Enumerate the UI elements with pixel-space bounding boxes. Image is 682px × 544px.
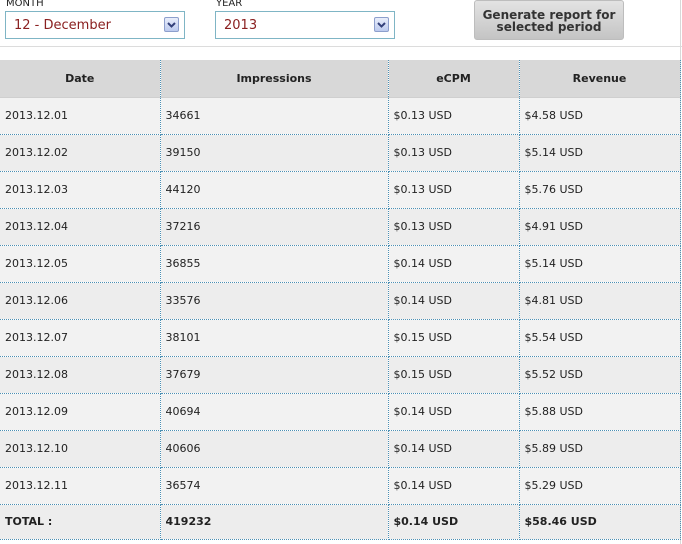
- cell-ecpm: $0.14 USD: [388, 467, 520, 505]
- table-row: 2013.12.08 37679 $0.15 USD $5.52 USD: [0, 356, 681, 394]
- total-impressions: 419232: [160, 504, 389, 540]
- table-row: 2013.12.10 40606 $0.14 USD $5.89 USD: [0, 430, 681, 468]
- column-header-date: Date: [0, 60, 161, 98]
- report-table: Date Impressions eCPM Revenue 2013.12.01…: [0, 60, 681, 540]
- cell-date: 2013.12.02: [0, 134, 161, 172]
- cell-impressions: 33576: [160, 282, 389, 320]
- cell-ecpm: $0.13 USD: [388, 208, 520, 246]
- cell-date: 2013.12.05: [0, 245, 161, 283]
- cell-date: 2013.12.03: [0, 171, 161, 209]
- cell-revenue: $5.54 USD: [519, 319, 681, 357]
- month-select-value: 12 - December: [14, 18, 111, 33]
- cell-ecpm: $0.15 USD: [388, 319, 520, 357]
- table-row: 2013.12.11 36574 $0.14 USD $5.29 USD: [0, 467, 681, 505]
- month-label: MONTH: [6, 0, 44, 9]
- cell-revenue: $5.14 USD: [519, 134, 681, 172]
- table-row: 2013.12.03 44120 $0.13 USD $5.76 USD: [0, 171, 681, 209]
- cell-revenue: $4.81 USD: [519, 282, 681, 320]
- cell-revenue: $5.14 USD: [519, 245, 681, 283]
- column-header-ecpm: eCPM: [388, 60, 520, 98]
- cell-ecpm: $0.13 USD: [388, 97, 520, 135]
- cell-revenue: $5.88 USD: [519, 393, 681, 431]
- column-header-revenue: Revenue: [519, 60, 681, 98]
- table-row: 2013.12.05 36855 $0.14 USD $5.14 USD: [0, 245, 681, 283]
- table-header-row: Date Impressions eCPM Revenue: [0, 60, 681, 98]
- table-row: 2013.12.09 40694 $0.14 USD $5.88 USD: [0, 393, 681, 431]
- cell-date: 2013.12.08: [0, 356, 161, 394]
- table-row: 2013.12.06 33576 $0.14 USD $4.81 USD: [0, 282, 681, 320]
- month-select[interactable]: 12 - December: [5, 11, 185, 39]
- cell-ecpm: $0.15 USD: [388, 356, 520, 394]
- cell-revenue: $4.58 USD: [519, 97, 681, 135]
- cell-ecpm: $0.14 USD: [388, 393, 520, 431]
- cell-impressions: 44120: [160, 171, 389, 209]
- year-select[interactable]: 2013: [215, 11, 395, 39]
- cell-ecpm: $0.13 USD: [388, 134, 520, 172]
- cell-revenue: $5.76 USD: [519, 171, 681, 209]
- table-row: 2013.12.01 34661 $0.13 USD $4.58 USD: [0, 97, 681, 135]
- cell-date: 2013.12.01: [0, 97, 161, 135]
- cell-impressions: 38101: [160, 319, 389, 357]
- cell-impressions: 34661: [160, 97, 389, 135]
- table-row: 2013.12.02 39150 $0.13 USD $5.14 USD: [0, 134, 681, 172]
- cell-ecpm: $0.14 USD: [388, 282, 520, 320]
- total-revenue: $58.46 USD: [519, 504, 681, 540]
- cell-date: 2013.12.04: [0, 208, 161, 246]
- column-header-impressions: Impressions: [160, 60, 389, 98]
- chevron-down-icon[interactable]: [164, 17, 179, 32]
- cell-impressions: 36574: [160, 467, 389, 505]
- cell-revenue: $4.91 USD: [519, 208, 681, 246]
- cell-date: 2013.12.09: [0, 393, 161, 431]
- table-row: 2013.12.07 38101 $0.15 USD $5.54 USD: [0, 319, 681, 357]
- cell-ecpm: $0.14 USD: [388, 430, 520, 468]
- cell-ecpm: $0.14 USD: [388, 245, 520, 283]
- filter-divider: [0, 46, 682, 47]
- cell-impressions: 40694: [160, 393, 389, 431]
- total-label: TOTAL :: [0, 504, 161, 540]
- cell-revenue: $5.89 USD: [519, 430, 681, 468]
- chevron-down-icon[interactable]: [374, 17, 389, 32]
- cell-revenue: $5.29 USD: [519, 467, 681, 505]
- cell-date: 2013.12.10: [0, 430, 161, 468]
- cell-date: 2013.12.07: [0, 319, 161, 357]
- cell-impressions: 40606: [160, 430, 389, 468]
- cell-impressions: 36855: [160, 245, 389, 283]
- year-label: YEAR: [216, 0, 243, 9]
- cell-impressions: 37679: [160, 356, 389, 394]
- cell-date: 2013.12.06: [0, 282, 161, 320]
- table-total-row: TOTAL : 419232 $0.14 USD $58.46 USD: [0, 504, 681, 540]
- total-ecpm: $0.14 USD: [388, 504, 520, 540]
- table-row: 2013.12.04 37216 $0.13 USD $4.91 USD: [0, 208, 681, 246]
- cell-date: 2013.12.11: [0, 467, 161, 505]
- cell-revenue: $5.52 USD: [519, 356, 681, 394]
- filter-bar: MONTH 12 - December YEAR 2013 Generate r…: [0, 0, 682, 48]
- cell-ecpm: $0.13 USD: [388, 171, 520, 209]
- cell-impressions: 37216: [160, 208, 389, 246]
- year-select-value: 2013: [224, 18, 258, 33]
- cell-impressions: 39150: [160, 134, 389, 172]
- generate-report-button[interactable]: Generate report for selected period: [474, 0, 624, 40]
